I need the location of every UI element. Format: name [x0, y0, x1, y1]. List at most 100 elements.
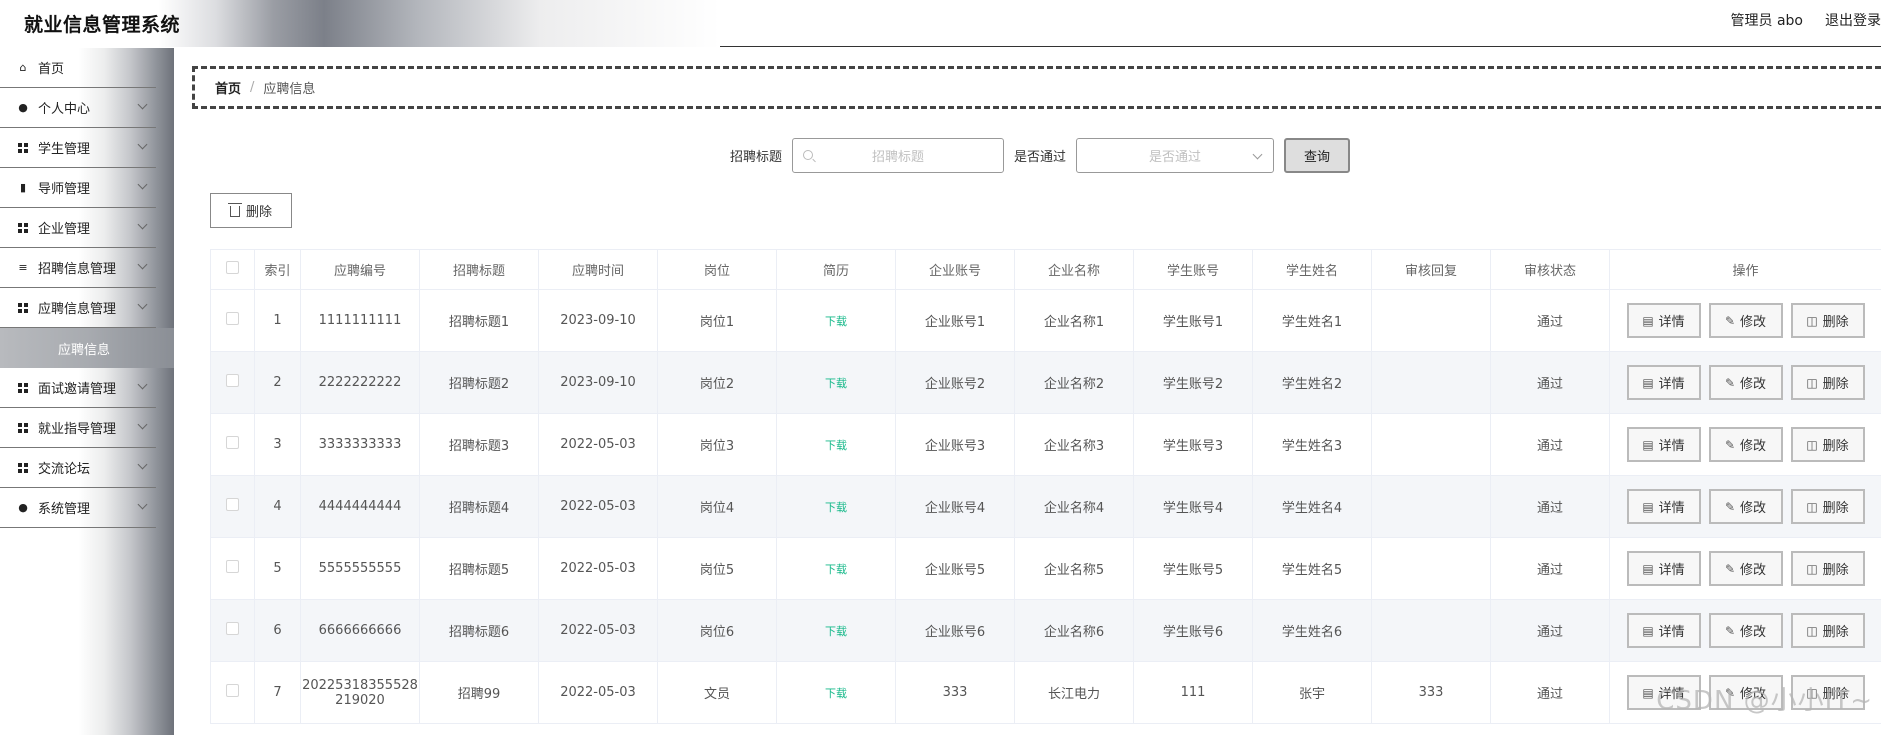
detail-button[interactable]: ▤ 详情 [1626, 551, 1701, 586]
detail-button[interactable]: ▤ 详情 [1626, 613, 1701, 648]
bulk-delete-label: 删除 [245, 205, 272, 220]
sidebar-item[interactable]: ● 系统管理 [0, 488, 156, 528]
resume-cell: 下载 [776, 289, 896, 352]
row-checkbox[interactable] [226, 498, 239, 511]
table-cell: 5555555555 [300, 537, 420, 600]
passed-filter-select[interactable]: 是否通过 [1076, 137, 1275, 173]
edit-button-label: 修改 [1740, 377, 1767, 392]
sidebar-item[interactable]: 就业指导管理 [0, 408, 156, 448]
select-all-checkbox[interactable] [226, 261, 239, 274]
delete-button[interactable]: ◫ 删除 [1790, 613, 1865, 648]
sidebar-item[interactable]: 应聘信息管理 [0, 288, 156, 328]
document-icon: ▤ [1642, 437, 1654, 452]
edit-button-label: 修改 [1740, 315, 1767, 330]
chevron-down-icon [137, 379, 148, 390]
sidebar-item[interactable]: ⌂ 首页 [0, 48, 156, 88]
table-cell: 学生姓名1 [1252, 289, 1372, 352]
resume-download-link[interactable]: 下载 [825, 439, 847, 452]
sidebar-item[interactable]: 交流论坛 [0, 448, 156, 488]
sidebar-item-label: 交流论坛 [38, 462, 91, 477]
edit-button[interactable]: ✎ 修改 [1708, 613, 1783, 648]
sidebar-item[interactable]: ● 个人中心 [0, 88, 156, 128]
table-row: 5 5555555555 招聘标题5 2022-05-03 岗位5 下载 企业账号5 企业名称… [210, 537, 1881, 600]
delete-button[interactable]: ◫ 删除 [1790, 427, 1865, 462]
edit-button[interactable]: ✎ 修改 [1708, 551, 1783, 586]
table-cell: 3 [254, 413, 301, 476]
resume-download-link[interactable]: 下载 [825, 501, 847, 514]
row-checkbox[interactable] [226, 436, 239, 449]
delete-button[interactable]: ◫ 删除 [1790, 551, 1865, 586]
table-cell: 学生姓名3 [1252, 413, 1372, 476]
resume-download-link[interactable]: 下载 [825, 315, 847, 328]
row-checkbox[interactable] [226, 684, 239, 697]
sidebar-item-label: 系统管理 [38, 502, 91, 517]
column-header: 操作 [1609, 249, 1881, 290]
sidebar-item[interactable]: 面试邀请管理 [0, 368, 156, 408]
header-actions: 管理员 abo 退出登录 [1731, 10, 1881, 30]
title-search-input[interactable]: 招聘标题 [792, 137, 1005, 173]
resume-download-link[interactable]: 下载 [825, 563, 847, 576]
row-checkbox[interactable] [226, 560, 239, 573]
resume-cell: 下载 [776, 413, 896, 476]
edit-button[interactable]: ✎ 修改 [1708, 365, 1783, 400]
resume-download-link[interactable]: 下载 [825, 625, 847, 638]
resume-download-link[interactable]: 下载 [825, 687, 847, 700]
edit-button[interactable]: ✎ 修改 [1708, 427, 1783, 462]
sidebar-item[interactable]: ≡ 招聘信息管理 [0, 248, 156, 288]
sidebar-item[interactable]: 学生管理 [0, 128, 156, 168]
grid-icon [16, 222, 30, 233]
detail-button-label: 详情 [1658, 625, 1685, 640]
person-icon: ● [18, 501, 28, 514]
sidebar-item-label: 导师管理 [38, 182, 91, 197]
sidebar-item[interactable]: ▮ 导师管理 [0, 168, 156, 208]
table-cell: 学生姓名4 [1252, 475, 1372, 538]
chevron-down-icon [137, 299, 148, 310]
chevron-down-icon [137, 259, 148, 270]
table-cell: 企业账号1 [895, 289, 1015, 352]
pencil-icon: ✎ [1724, 561, 1736, 576]
table-cell: 企业账号2 [895, 351, 1015, 414]
resume-download-link[interactable]: 下载 [825, 377, 847, 390]
delete-button-label: 删除 [1822, 563, 1849, 578]
breadcrumb-home[interactable]: 首页 [215, 78, 241, 97]
query-button[interactable]: 查询 [1284, 137, 1351, 173]
table-cell: 学生账号6 [1133, 599, 1253, 662]
bar-chart-icon: ▮ [19, 181, 27, 194]
table-cell: 1111111111 [300, 289, 420, 352]
delete-button[interactable]: ◫ 删除 [1790, 489, 1865, 524]
sidebar-item[interactable]: 企业管理 [0, 208, 156, 248]
table-cell: 招聘标题4 [419, 475, 539, 538]
title-search-label: 招聘标题 [730, 149, 783, 165]
document-icon: ▤ [1642, 499, 1654, 514]
table-cell: 招聘99 [419, 661, 539, 724]
chevron-down-icon [137, 219, 148, 230]
table-cell: 学生账号1 [1133, 289, 1253, 352]
table-cell: 企业名称6 [1014, 599, 1134, 662]
detail-button[interactable]: ▤ 详情 [1626, 365, 1701, 400]
delete-button[interactable]: ◫ 删除 [1790, 365, 1865, 400]
sidebar-item-label: 就业指导管理 [38, 422, 117, 437]
row-select-cell [210, 413, 255, 476]
table-cell: 2023-09-10 [538, 289, 658, 352]
row-checkbox[interactable] [226, 374, 239, 387]
sidebar-subitem-active[interactable]: 应聘信息 [0, 328, 174, 368]
row-checkbox[interactable] [226, 312, 239, 325]
edit-button[interactable]: ✎ 修改 [1708, 489, 1783, 524]
sidebar-item-label: 学生管理 [38, 142, 91, 157]
row-checkbox[interactable] [226, 622, 239, 635]
edit-button[interactable]: ✎ 修改 [1708, 303, 1783, 338]
delete-button[interactable]: ◫ 删除 [1790, 303, 1865, 338]
detail-button[interactable]: ▤ 详情 [1626, 427, 1701, 462]
table-cell: 2022-05-03 [538, 413, 658, 476]
bulk-delete-button[interactable]: 删除 [210, 193, 292, 228]
detail-button[interactable]: ▤ 详情 [1626, 303, 1701, 338]
logout-link[interactable]: 退出登录 [1825, 10, 1881, 30]
chevron-down-icon [137, 419, 148, 430]
sidebar-item-label: 个人中心 [38, 102, 91, 117]
row-actions-cell: ▤ 详情 ✎ 修改 ◫ 删除 [1609, 351, 1881, 414]
passed-filter-placeholder: 是否通过 [1149, 149, 1202, 165]
table-cell: 通过 [1490, 289, 1610, 352]
detail-button[interactable]: ▤ 详情 [1626, 489, 1701, 524]
grid-icon [16, 422, 30, 433]
sidebar-item-label: 首页 [38, 62, 65, 77]
